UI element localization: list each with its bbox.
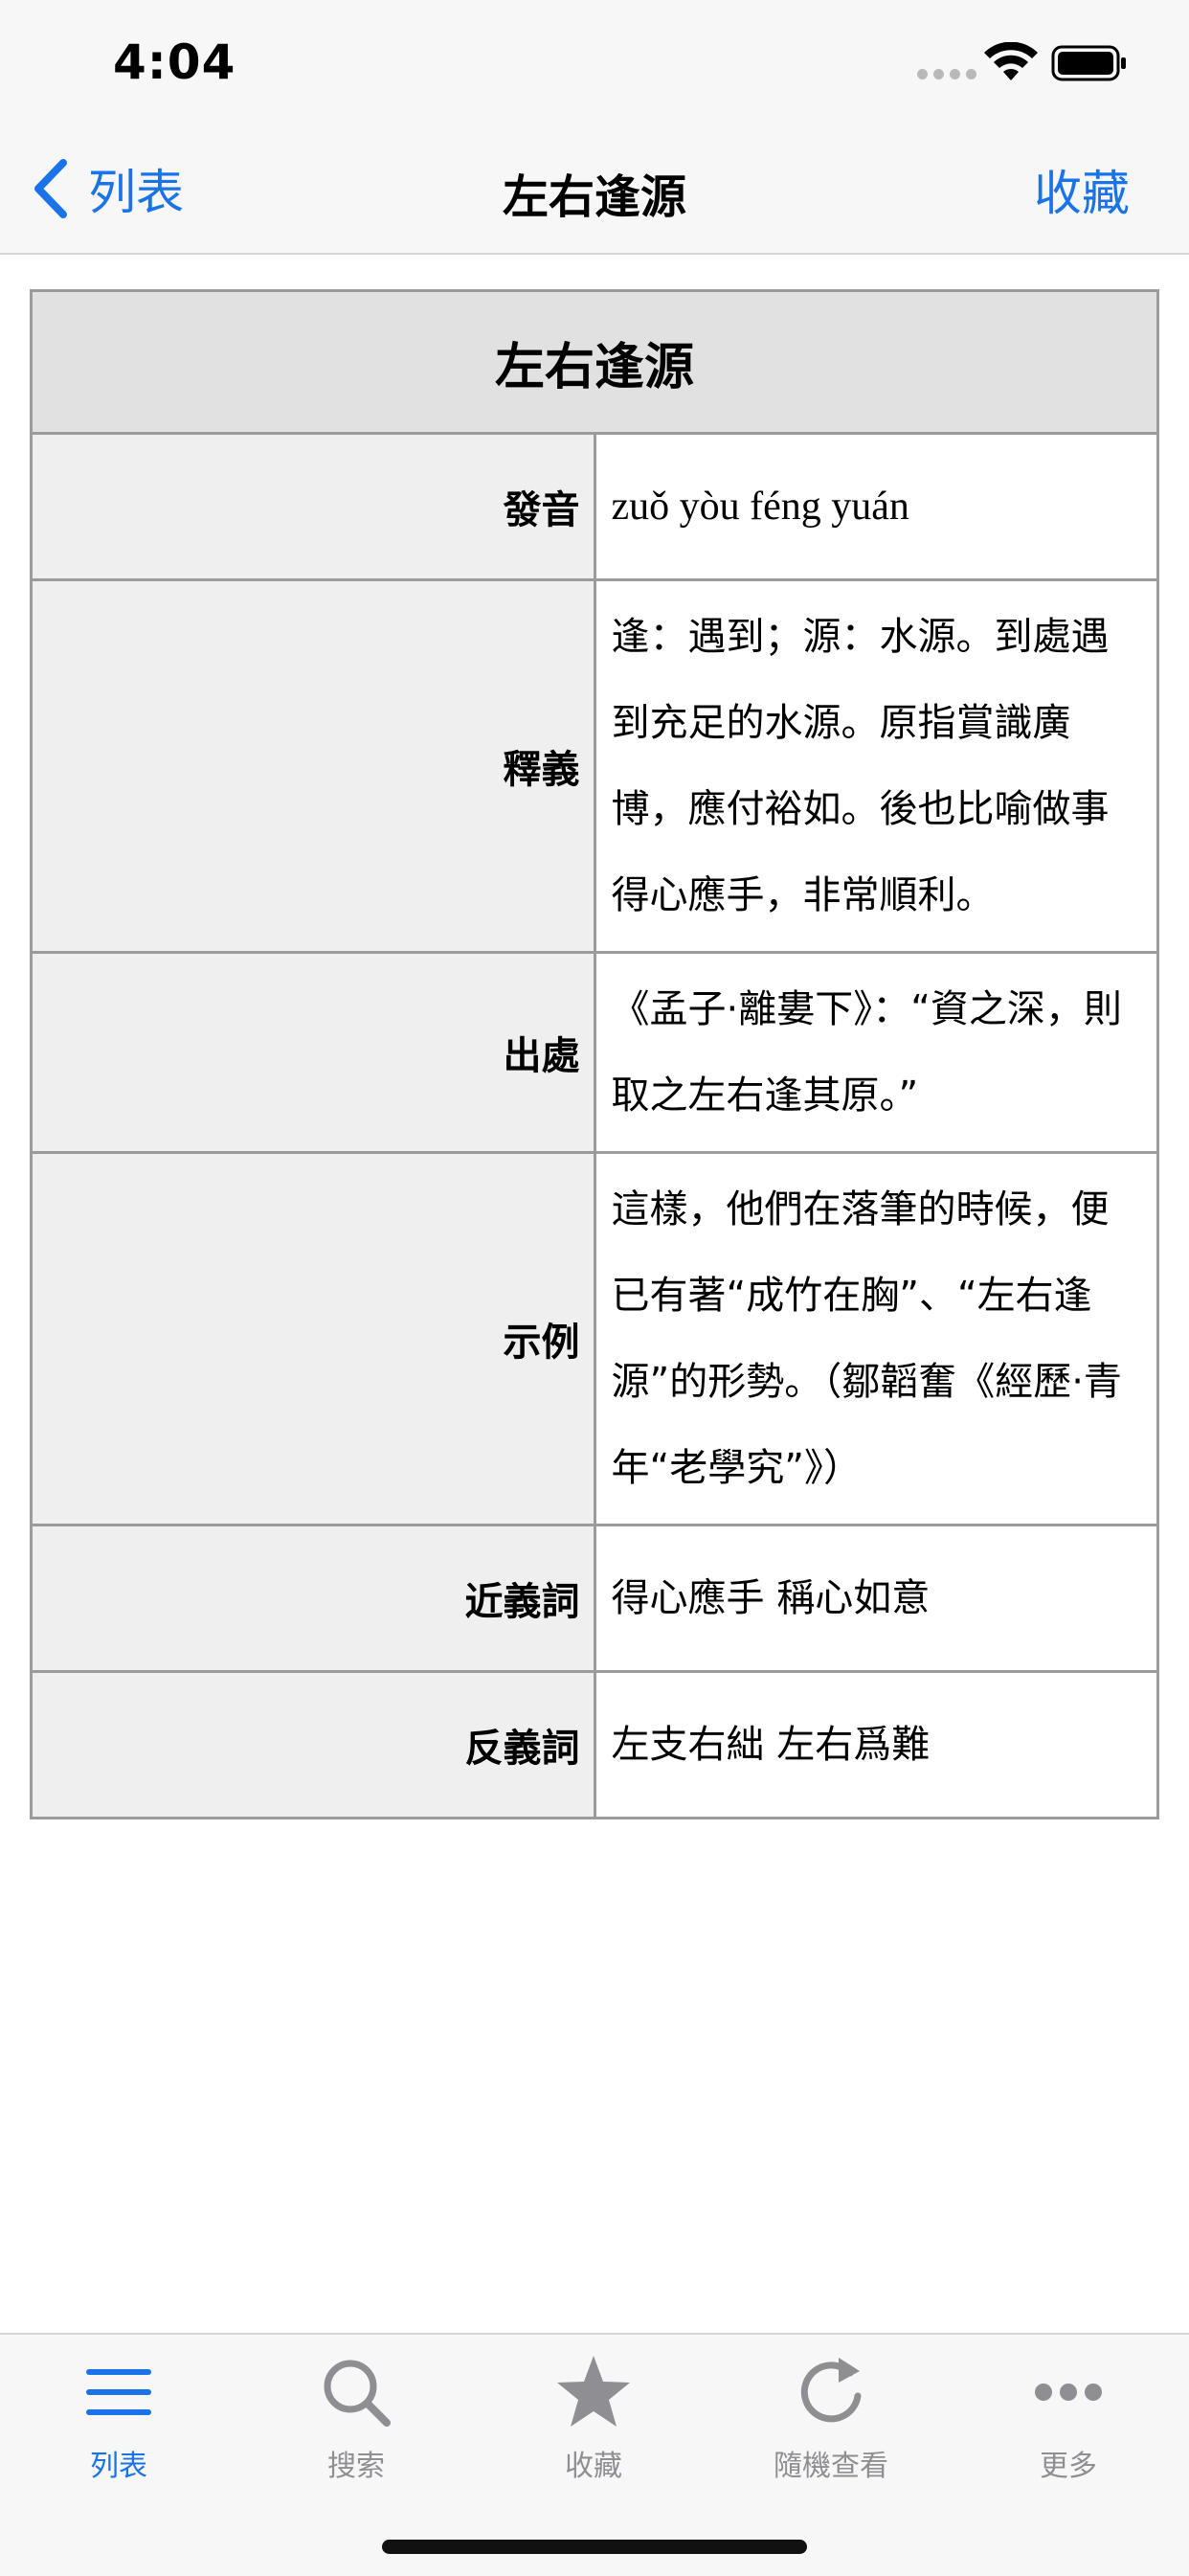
pronunciation-value: zuǒ yòu féng yuán (593, 432, 1159, 581)
row-label: 發音 (30, 432, 596, 581)
list-icon (86, 2369, 151, 2415)
tab-label: 收藏 (565, 2450, 622, 2483)
tab-bar: 列表 搜索 收藏 隨機查看 更多 (0, 2333, 1189, 2576)
row-label: 釋義 (30, 578, 596, 954)
wifi-icon (984, 42, 1038, 80)
row-meaning: 釋義 逢：遇到；源：水源。到處遇到充足的水源。原指賞識廣博，應付裕如。後也比喻做… (30, 578, 1159, 954)
star-icon (557, 2356, 630, 2427)
tab-label: 搜索 (327, 2450, 385, 2483)
row-label: 近義詞 (30, 1524, 596, 1673)
tab-list[interactable]: 列表 (0, 2352, 237, 2505)
tab-label: 隨機查看 (774, 2450, 888, 2483)
more-icon (1035, 2384, 1102, 2401)
back-button[interactable]: 列表 (29, 155, 184, 222)
navigation-bar: 列表 左右逢源 收藏 (0, 126, 1189, 255)
search-icon (324, 2360, 391, 2427)
row-label: 反義詞 (30, 1670, 596, 1819)
cellular-signal-icon (917, 69, 976, 79)
row-antonyms: 反義詞 左支右絀 左右爲難 (30, 1670, 1159, 1819)
tab-more[interactable]: 更多 (950, 2352, 1187, 2505)
tab-search[interactable]: 搜索 (237, 2352, 475, 2505)
example-value: 這樣，他們在落筆的時候，便已有著“成竹在胸”、“左右逢源”的形勢。（鄒韜奮《經歷… (593, 1151, 1159, 1526)
back-button-label: 列表 (88, 165, 184, 220)
row-pronunciation: 發音 zuǒ yòu féng yuán (30, 432, 1159, 581)
antonyms-value: 左支右絀 左右爲難 (593, 1670, 1159, 1819)
row-label: 出處 (30, 951, 596, 1154)
idiom-title: 左右逢源 (30, 289, 1159, 435)
status-bar: 4:04 (0, 0, 1189, 126)
table-header-row: 左右逢源 (30, 289, 1159, 435)
synonyms-value: 得心應手 稱心如意 (593, 1524, 1159, 1673)
tab-label: 更多 (1040, 2450, 1097, 2483)
row-source: 出處 《孟子·離婁下》：“資之深，則取之左右逢其原。” (30, 951, 1159, 1154)
favorite-button[interactable]: 收藏 (1034, 155, 1130, 224)
home-indicator[interactable] (382, 2540, 807, 2554)
tab-label: 列表 (90, 2450, 147, 2483)
tab-random[interactable]: 隨機查看 (712, 2352, 950, 2505)
tab-favorites[interactable]: 收藏 (475, 2352, 712, 2505)
refresh-icon (800, 2358, 862, 2423)
chevron-left-icon (34, 159, 67, 218)
meaning-value: 逢：遇到；源：水源。到處遇到充足的水源。原指賞識廣博，應付裕如。後也比喻做事得心… (593, 578, 1159, 954)
idiom-detail-table: 左右逢源 發音 zuǒ yòu féng yuán 釋義 逢：遇到；源：水源。到… (30, 289, 1159, 1819)
source-value: 《孟子·離婁下》：“資之深，則取之左右逢其原。” (593, 951, 1159, 1154)
row-synonyms: 近義詞 得心應手 稱心如意 (30, 1524, 1159, 1673)
status-time: 4:04 (113, 34, 236, 90)
battery-icon (1051, 45, 1126, 81)
row-example: 示例 這樣，他們在落筆的時候，便已有著“成竹在胸”、“左右逢源”的形勢。（鄒韜奮… (30, 1151, 1159, 1526)
row-label: 示例 (30, 1151, 596, 1526)
